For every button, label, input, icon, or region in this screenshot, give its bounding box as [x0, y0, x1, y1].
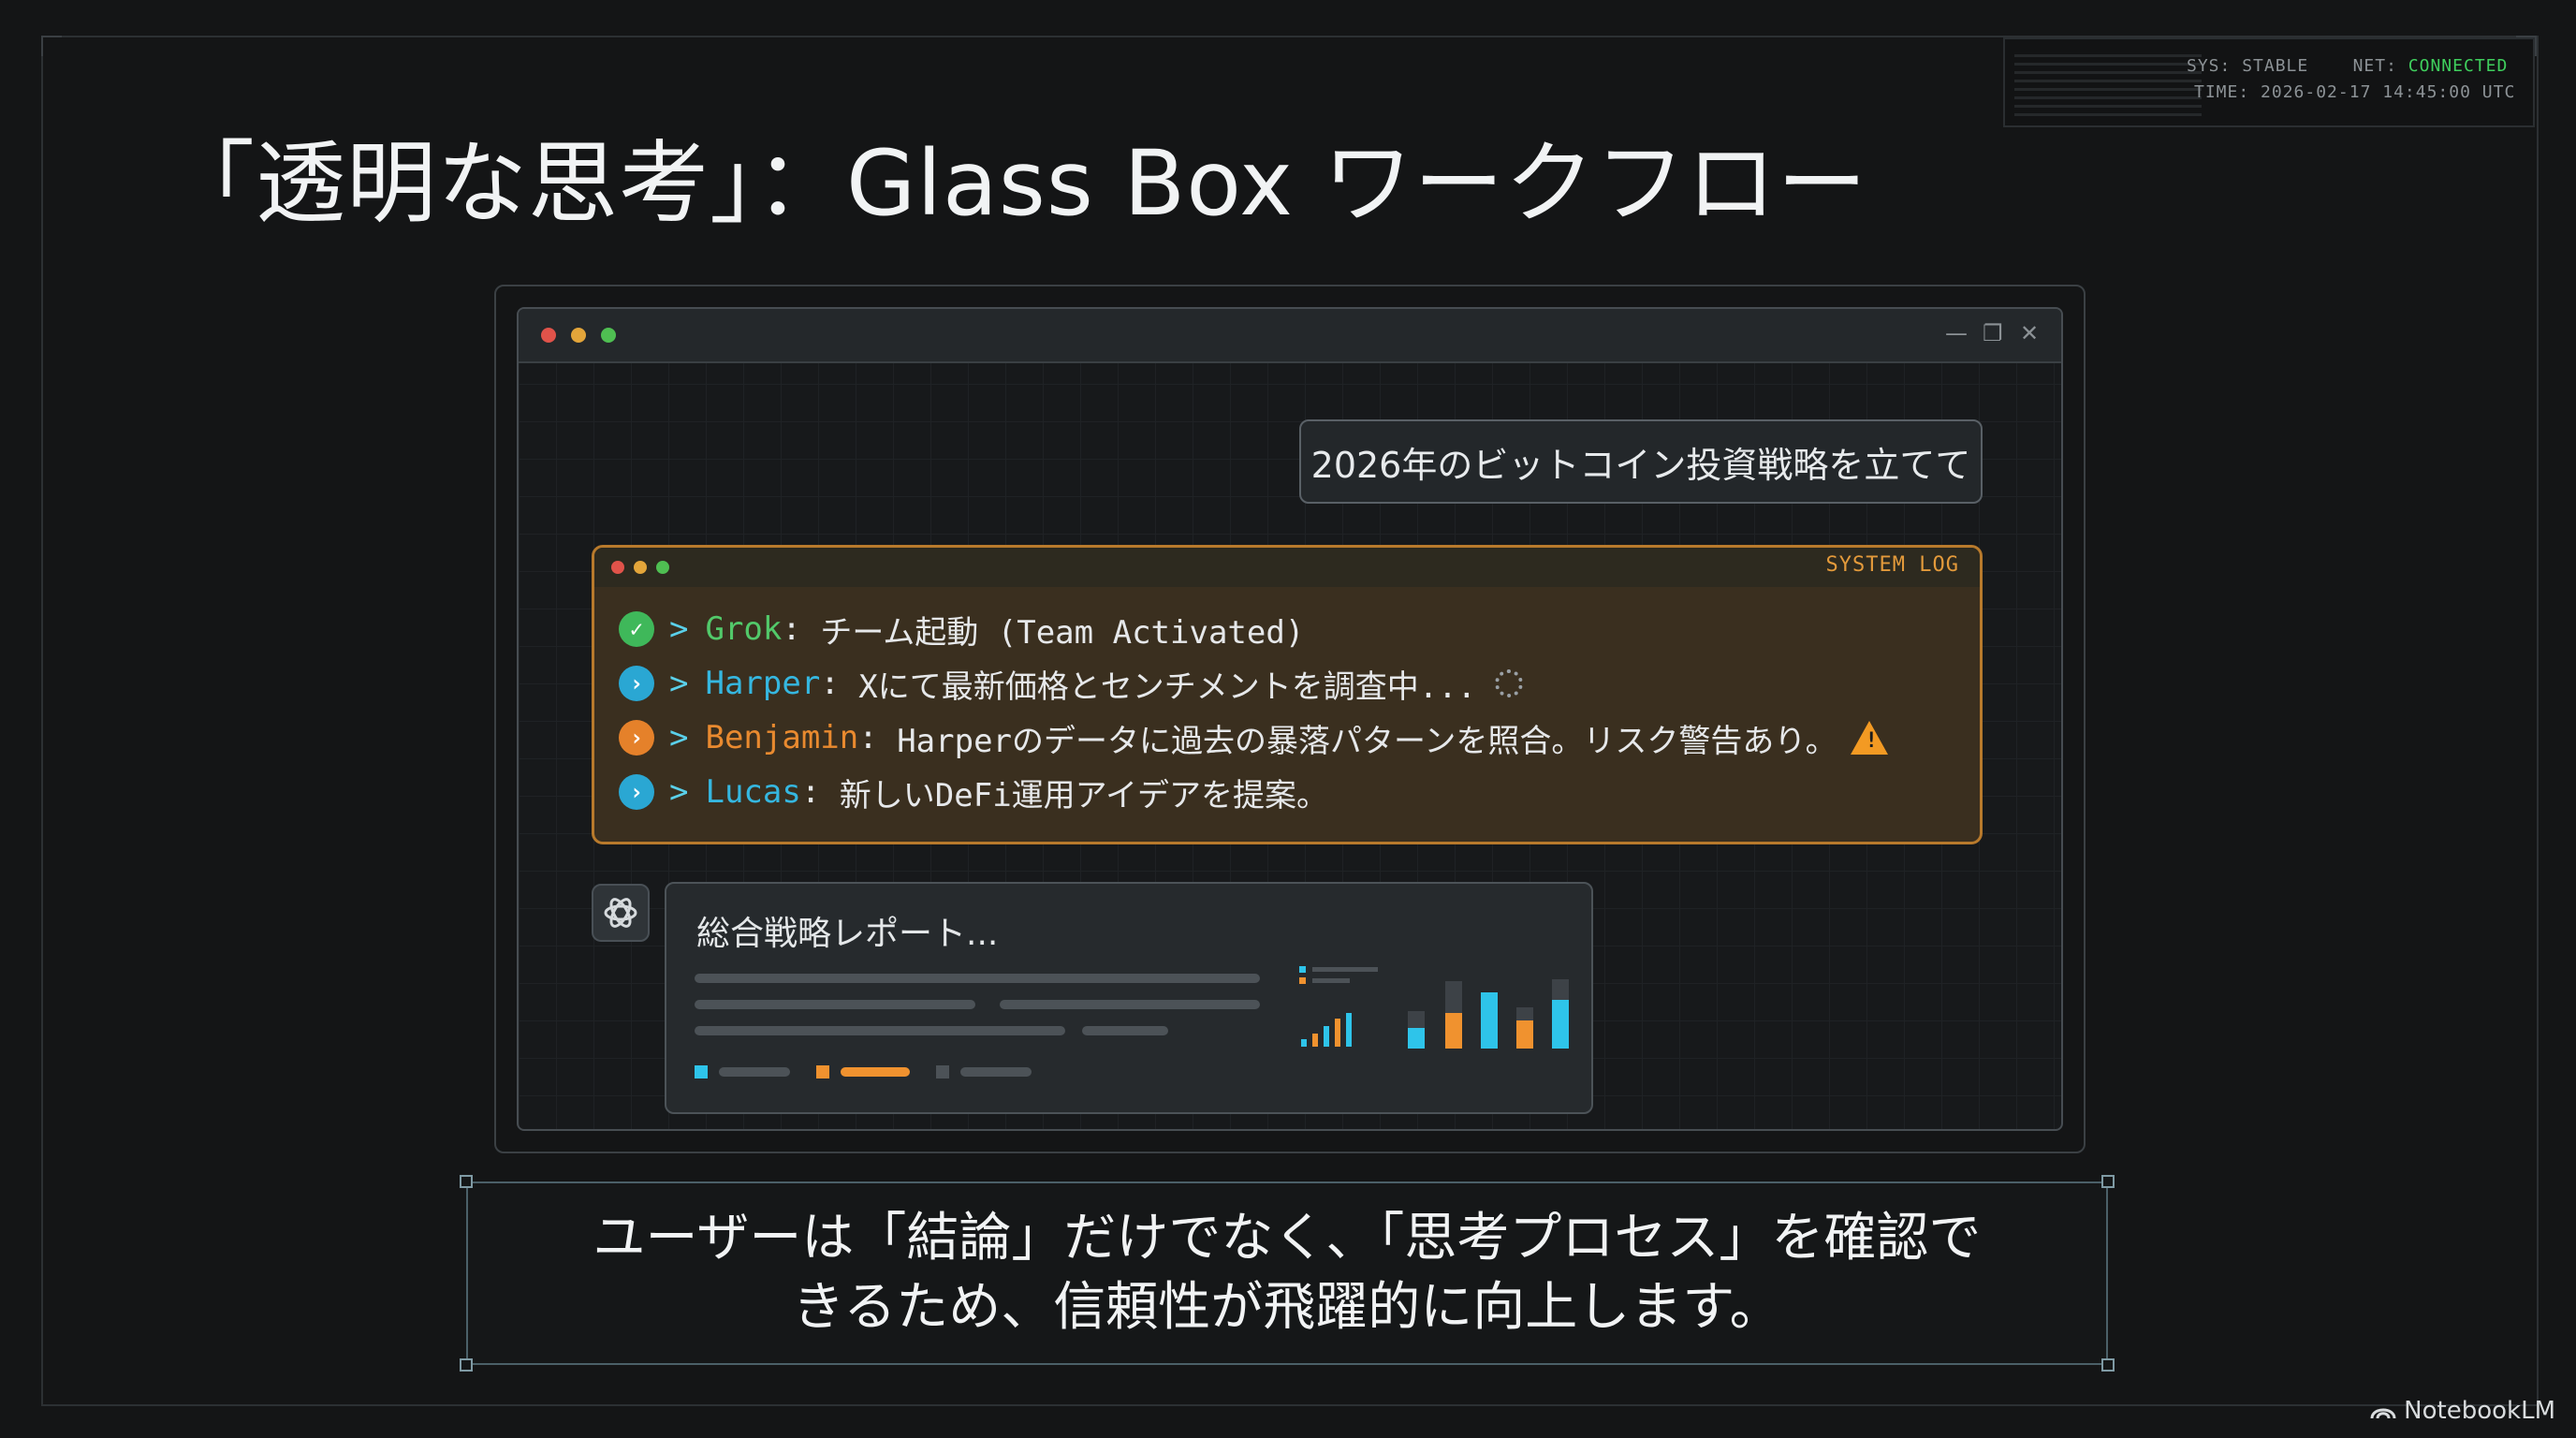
- sys-value: STABLE: [2242, 56, 2309, 76]
- agent-name: Grok: [705, 610, 783, 648]
- chart-bar: [1445, 1013, 1462, 1049]
- placeholder-text-line: [719, 1067, 790, 1077]
- warning-icon: !: [1850, 721, 1888, 755]
- separator: :: [782, 610, 821, 648]
- resize-handle: [460, 1175, 473, 1188]
- chart-bar: [1552, 1000, 1569, 1049]
- brand-watermark: NotebookLM: [2370, 1397, 2555, 1425]
- resize-handle: [2101, 1175, 2115, 1188]
- chevron-right-icon: >: [669, 610, 689, 648]
- log-entry-grok: ✓ > Grok : チーム起動 (Team Activated): [619, 606, 1304, 653]
- window-titlebar: — ❐ ✕: [519, 309, 2061, 363]
- resize-handle: [460, 1358, 473, 1372]
- system-status-line: SYS: STABLE NET: CONNECTED: [2187, 56, 2508, 76]
- mini-legend-dot: [1299, 977, 1306, 984]
- close-dot[interactable]: [541, 328, 556, 343]
- chevron-circle-icon: ›: [619, 774, 654, 810]
- legend-swatch-orange: [816, 1065, 829, 1078]
- agent-name: Benjamin: [705, 719, 859, 756]
- minimize-dot[interactable]: [571, 328, 586, 343]
- chevron-circle-icon: ›: [619, 666, 654, 701]
- placeholder-text-line: [1082, 1026, 1168, 1035]
- mini-legend-line: [1312, 978, 1350, 983]
- caption-line-2: きるため、信頼性が飛躍的に向上します。: [792, 1277, 1782, 1338]
- placeholder-text-line: [695, 1000, 975, 1009]
- agent-name: Harper: [705, 665, 821, 702]
- sys-label: SYS:: [2187, 56, 2232, 76]
- mini-bar: [1324, 1026, 1329, 1047]
- log-message: Harperのデータに過去の暴落パターンを照合。リスク警告あり。: [897, 722, 1837, 760]
- placeholder-text-line: [960, 1067, 1032, 1077]
- log-message: Xにて最新価格とセンチメントを調査中...: [858, 668, 1477, 706]
- placeholder-text-line: [1000, 1000, 1260, 1009]
- minimize-icon[interactable]: —: [1945, 320, 1968, 346]
- log-minimize-dot: [634, 561, 647, 574]
- maximize-dot[interactable]: [601, 328, 616, 343]
- time-label: TIME:: [2194, 82, 2250, 102]
- log-entry-benjamin: › > Benjamin : Harperのデータに過去の暴落パターンを照合。リ…: [619, 714, 1888, 761]
- time-status-line: TIME: 2026-02-17 14:45:00 UTC: [2194, 82, 2515, 102]
- chevron-right-icon: >: [669, 719, 689, 756]
- system-log-header: SYSTEM LOG: [594, 548, 1980, 587]
- resize-handle: [2101, 1358, 2115, 1372]
- separator: :: [800, 773, 840, 811]
- chart-bar: [1481, 992, 1498, 1049]
- slide-title: 「透明な思考」：Glass Box ワークフロー: [165, 131, 1868, 236]
- log-entry-lucas: › > Lucas : 新しいDeFi運用アイデアを提案。: [619, 769, 1328, 815]
- close-icon[interactable]: ✕: [2020, 320, 2039, 346]
- report-title: 総合戦略レポート...: [696, 915, 999, 953]
- notebooklm-logo-icon: [2370, 1408, 2396, 1419]
- restore-icon[interactable]: ❐: [1983, 320, 2003, 346]
- chart-bar: [1408, 1028, 1425, 1049]
- report-mini-chart: [1299, 966, 1569, 1049]
- mini-legend-dot: [1299, 966, 1306, 973]
- separator: :: [820, 665, 859, 702]
- chevron-right-icon: >: [669, 665, 689, 702]
- placeholder-text-line: [841, 1067, 910, 1077]
- mini-bar: [1301, 1039, 1307, 1047]
- frame-corner: [41, 36, 62, 56]
- system-log-title: SYSTEM LOG: [1825, 553, 1959, 577]
- time-value: 2026-02-17 14:45:00 UTC: [2261, 82, 2516, 102]
- openai-logo-icon: [604, 898, 637, 928]
- mini-legend-line: [1312, 967, 1378, 972]
- log-close-dot: [611, 561, 624, 574]
- check-icon: ✓: [619, 611, 654, 647]
- net-label: NET:: [2352, 56, 2397, 76]
- chart-bar: [1516, 1020, 1533, 1049]
- separator: :: [858, 719, 898, 756]
- mini-bar: [1335, 1019, 1340, 1047]
- net-value: CONNECTED: [2408, 56, 2509, 76]
- system-log-panel: SYSTEM LOG ✓ > Grok : チーム起動 (Team Activa…: [592, 545, 1983, 844]
- legend-swatch-cyan: [695, 1065, 708, 1078]
- log-message: 新しいDeFi運用アイデアを提案。: [839, 776, 1328, 814]
- caption-text: ユーザーは「結論」だけでなく、「思考プロセス」を確認で きるため、信頼性が飛躍的…: [468, 1204, 2106, 1343]
- strategy-report-card[interactable]: 総合戦略レポート...: [665, 882, 1593, 1114]
- status-texture: [2014, 49, 2202, 116]
- placeholder-text-line: [695, 974, 1260, 983]
- chevron-right-icon: >: [669, 773, 689, 811]
- chevron-circle-icon: ›: [619, 720, 654, 756]
- agent-name: Lucas: [705, 773, 801, 811]
- brand-label: NotebookLM: [2404, 1397, 2555, 1425]
- caption-line-1: ユーザーは「結論」だけでなく、「思考プロセス」を確認で: [593, 1208, 1982, 1269]
- ai-assistant-icon: [592, 884, 650, 942]
- log-entry-harper: › > Harper : Xにて最新価格とセンチメントを調査中...: [619, 660, 1524, 707]
- loading-spinner-icon: [1495, 669, 1524, 697]
- log-maximize-dot: [656, 561, 669, 574]
- mini-bar: [1346, 1013, 1352, 1047]
- log-message: チーム起動 (Team Activated): [820, 613, 1305, 652]
- placeholder-text-line: [695, 1026, 1065, 1035]
- mini-bar: [1312, 1034, 1318, 1047]
- caption-box: ユーザーは「結論」だけでなく、「思考プロセス」を確認で きるため、信頼性が飛躍的…: [460, 1175, 2115, 1372]
- user-message-bubble: 2026年のビットコイン投資戦略を立てて: [1299, 419, 1983, 504]
- legend-swatch-grey: [936, 1065, 949, 1078]
